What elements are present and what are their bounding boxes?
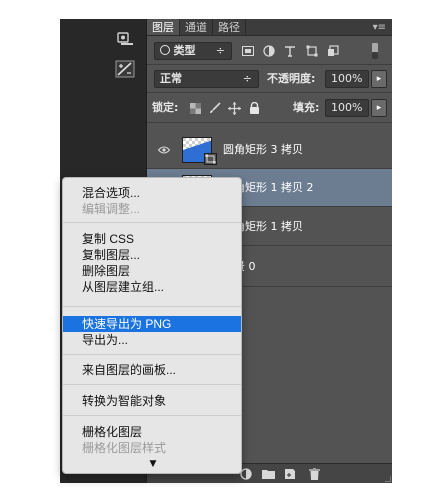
layer-name: 圆角矩形 3 拷贝 bbox=[223, 143, 303, 156]
menu-separator bbox=[63, 222, 241, 223]
menu-item-copy-css[interactable]: 复制 CSS bbox=[63, 231, 241, 247]
lock-row: 锁定: 填充: 100% ▸ bbox=[147, 93, 392, 123]
filter-adjustment-icon[interactable] bbox=[262, 42, 276, 60]
menu-item-blending-options[interactable]: 混合选项... bbox=[63, 185, 241, 201]
menu-item-artboard-from-layers[interactable]: 来自图层的画板... bbox=[63, 362, 241, 378]
blend-mode-arrow: ÷ bbox=[242, 72, 252, 85]
search-icon bbox=[160, 45, 170, 55]
context-menu: 混合选项... 编辑调整... 复制 CSS 复制图层... 删除图层 从图层建… bbox=[62, 177, 242, 474]
eye-icon[interactable] bbox=[158, 144, 170, 156]
layer-filter-row: 类型 ÷ bbox=[147, 37, 392, 65]
menu-item-delete-layer[interactable]: 删除图层 bbox=[63, 263, 241, 279]
panel-menu-icon[interactable]: ▾≡ bbox=[373, 19, 386, 36]
new-layer-icon[interactable] bbox=[283, 467, 297, 481]
menu-separator bbox=[63, 306, 241, 307]
tab-layers[interactable]: 图层 bbox=[147, 19, 180, 35]
menu-item-export-as[interactable]: 导出为... bbox=[63, 332, 241, 348]
blend-mode-value: 正常 bbox=[160, 72, 182, 85]
menu-item-rasterize-layer[interactable]: 栅格化图层 bbox=[63, 424, 241, 440]
filter-shape-icon[interactable] bbox=[305, 42, 319, 60]
menu-separator bbox=[63, 384, 241, 385]
opacity-input[interactable]: 100% bbox=[325, 70, 369, 88]
lock-all-icon[interactable] bbox=[247, 99, 261, 117]
trash-icon[interactable] bbox=[307, 467, 321, 481]
lock-brush-icon[interactable] bbox=[208, 99, 222, 117]
menu-item-group-from-layers[interactable]: 从图层建立组... bbox=[63, 279, 241, 295]
filter-type-icon[interactable] bbox=[283, 42, 297, 60]
menu-item-rasterize-layer-style: 栅格化图层样式 bbox=[82, 441, 167, 455]
layer-row[interactable]: 圆角矩形 3 拷贝 bbox=[147, 131, 392, 169]
lock-transparent-icon[interactable] bbox=[188, 99, 202, 117]
blend-mode-row: 正常 ÷ 不透明度: 100% ▸ bbox=[147, 65, 392, 93]
menu-separator bbox=[63, 415, 241, 416]
adjustments-icon[interactable] bbox=[111, 57, 139, 81]
fill-stepper[interactable]: ▸ bbox=[371, 99, 387, 117]
menu-item-edit-adjustment: 编辑调整... bbox=[82, 202, 141, 216]
lock-move-icon[interactable] bbox=[227, 99, 241, 117]
tab-paths[interactable]: 路径 bbox=[213, 19, 246, 35]
folder-icon[interactable] bbox=[261, 467, 275, 481]
menu-item-duplicate-layer[interactable]: 复制图层... bbox=[63, 247, 241, 263]
resize-grip[interactable] bbox=[385, 476, 391, 482]
shape-badge-icon bbox=[204, 153, 217, 165]
panel-tabs: 图层 通道 路径 ▾≡ bbox=[147, 19, 392, 36]
tab-channels[interactable]: 通道 bbox=[180, 19, 213, 35]
blend-mode-select[interactable]: 正常 ÷ bbox=[154, 70, 259, 88]
filter-kind-arrow: ÷ bbox=[215, 44, 225, 57]
libraries-icon[interactable] bbox=[111, 27, 139, 51]
fill-input[interactable]: 100% bbox=[325, 99, 369, 117]
menu-item-convert-smart-object[interactable]: 转换为智能对象 bbox=[63, 393, 241, 409]
lock-label: 锁定: bbox=[152, 101, 179, 114]
menu-separator bbox=[63, 354, 241, 355]
filter-smart-object-icon[interactable] bbox=[326, 42, 340, 60]
filter-kind-select[interactable]: 类型 ÷ bbox=[154, 42, 232, 60]
opacity-stepper[interactable]: ▸ bbox=[371, 70, 387, 88]
fill-label: 填充: bbox=[293, 101, 320, 114]
opacity-label: 不透明度: bbox=[267, 72, 316, 85]
filter-pixel-icon[interactable] bbox=[241, 42, 255, 60]
filter-kind-label: 类型 bbox=[173, 44, 196, 57]
scroll-down-arrow-icon[interactable]: ▼ bbox=[148, 459, 158, 469]
filter-toggle-icon[interactable] bbox=[371, 42, 379, 60]
menu-item-quick-export-png[interactable]: 快速导出为 PNG bbox=[63, 316, 241, 332]
